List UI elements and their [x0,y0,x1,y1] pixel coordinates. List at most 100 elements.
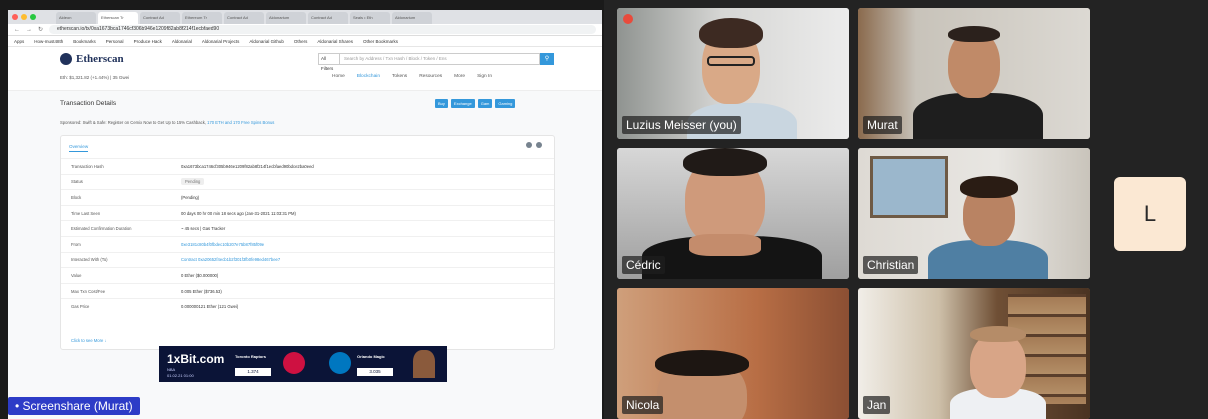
from-address-link[interactable]: 0xe3181c80b4f0fbdec10b207e75b87f85f09e [181,242,264,247]
filter-select[interactable]: All Filters [318,53,340,71]
etherscan-header: Etherscan Eth: $1,321.82 (+1.44%) | 35 G… [8,47,602,91]
sponsored-link[interactable]: 170 ETH and 170 Free Spins Bonus [207,120,274,125]
video-tile-murat[interactable]: Murat [858,8,1090,139]
nav-home[interactable]: Home [332,74,345,79]
bookmark-item[interactable]: Aldonarial Projects [202,39,240,44]
screenshare-label-text: Screenshare (Murat) [22,399,133,413]
browser-tab[interactable]: Aldeon [56,12,96,24]
share-dot-icon: • [15,399,23,413]
hands [689,234,761,256]
video-tile-jan[interactable]: Jan [858,288,1090,419]
ad-league: NBA [167,367,176,372]
browser-tab[interactable]: Contract Ad [140,12,180,24]
nav-blockchain[interactable]: Blockchain [357,74,380,79]
ad-brand: 1xBit.com [167,352,225,366]
pill-button[interactable]: Gaming [495,99,516,108]
ad-team1: Toronto Raptors [235,354,267,359]
etherscan-logo-icon [60,53,72,65]
player-image [413,350,435,378]
ad-odds1[interactable]: 1.374 [235,368,271,376]
bookmark-item[interactable]: Personal [106,39,124,44]
ad-team2: Orlando Magic [357,354,385,359]
etherscan-logo[interactable]: Etherscan [60,53,124,65]
bookmark-item[interactable]: Others [294,39,308,44]
browser-tab[interactable]: Contract Ad [224,12,264,24]
search-bar: All Filters Search by Address / Txn Hash… [318,53,554,71]
bookmarks-bar: Apps How-must48th Bookmarks Personal Pro… [8,36,602,47]
pill-button[interactable]: Exchange [450,99,475,108]
row-label: From [71,241,81,247]
browser-tab[interactable]: Ethereum Tr [182,12,222,24]
back-icon[interactable]: ← [14,27,20,33]
click-to-see-more-link[interactable]: Click to see More ↓ [71,338,107,343]
bookmark-item[interactable]: Aldonarial Github [249,39,284,44]
nav-more[interactable]: More [454,74,465,79]
raptors-logo-icon [283,352,305,374]
ad-banner[interactable]: 1xBit.com NBA 01.02.21 01:00 Toronto Rap… [159,346,447,382]
browser-tab[interactable]: Aldonarium [392,12,432,24]
participant-name: Christian [863,256,919,274]
browser-tab[interactable]: Aldonarium [266,12,306,24]
row-label: Status [71,179,83,185]
glasses [707,56,755,66]
sponsored-banner: Sponsored: Swift & Safe: Register on Cem… [60,120,274,125]
page-title: Transaction Details [60,100,117,107]
browser-tab[interactable]: Contract Ad [308,12,348,24]
card-icons [526,142,542,148]
row-value: 0 Ether ($0.000000) [181,272,219,278]
close-dot[interactable] [12,14,18,20]
tab-overview[interactable]: Overview [69,144,89,152]
bookmark-item[interactable]: Bookmarks [73,39,96,44]
table-row: Transaction Hash 0xa1673bca1746cf305b946e… [61,158,554,174]
forward-icon[interactable]: → [26,27,32,33]
bookmark-item[interactable]: Aldonarial [172,39,192,44]
action-pills: Buy Exchange Gam Gaming [435,99,516,108]
nav-tokens[interactable]: Tokens [392,74,407,79]
row-value: (Pending) [181,194,200,200]
table-row: Time Last Seen 00 days 00 hr 00 min 18 se… [61,204,554,221]
table-row: Gas Price 0.000000121 Ether (121 Gwei) [61,298,554,314]
pill-button[interactable]: Buy [435,99,448,108]
browser-tab-active[interactable]: Etherscan Tr [98,12,138,24]
ad-odds2[interactable]: 3.035 [357,368,393,376]
screenshare-panel: Aldeon Etherscan Tr Contract Ad Ethereum… [0,0,604,419]
main-nav: Home Blockchain Tokens Resources More Si… [332,74,492,79]
row-label: Max Txn Cost/Fee [71,288,106,294]
row-value: 00 days 00 hr 00 min 18 secs ago (Jan-31… [181,210,296,216]
browser-tab[interactable]: Seals • Eth [350,12,390,24]
video-tile-nicola[interactable]: Nicola [617,288,849,419]
zoom-dot[interactable] [30,14,36,20]
self-avatar[interactable]: L [1114,177,1186,251]
etherscan-logo-text: Etherscan [76,53,124,65]
nav-sign-in[interactable]: Sign In [477,74,492,79]
url-field[interactable]: etherscan.io/tx/0xa1673bca1746cf306b946e… [49,25,596,34]
nav-resources[interactable]: Resources [419,74,442,79]
video-tile-luzius[interactable]: Luzius Meisser (you) [617,8,849,139]
table-row: Status Pending [61,173,554,190]
participant-name: Murat [863,116,902,134]
pill-button[interactable]: Gam [477,99,493,108]
row-value: 0.005 Ether ($736.53) [181,288,222,294]
bookmark-item[interactable]: How-must48th [34,39,63,44]
search-icon[interactable]: ⚲ [540,53,554,65]
video-tile-cedric[interactable]: Cédric [617,148,849,279]
window-controls[interactable] [12,10,36,24]
hair [683,148,767,176]
row-label: Gas Price [71,304,90,310]
bookmark-item[interactable]: Other Bookmarks [363,39,398,44]
search-input[interactable]: Search by Address / Txn Hash / Block / T… [340,53,540,65]
participant-name: Luzius Meisser (you) [622,116,741,134]
hair [948,26,1000,42]
minimize-dot[interactable] [21,14,27,20]
table-row: From 0xe3181c80b4f0fbdec10b207e75b87f85f0… [61,235,554,252]
bookmark-item[interactable]: Produce Hack [134,39,162,44]
hair [699,18,763,48]
bookmark-item[interactable]: Aldonarial Shares [317,39,353,44]
more-icon[interactable] [536,142,542,148]
reload-icon[interactable]: ↻ [38,26,43,33]
settings-icon[interactable] [526,142,532,148]
contract-address-link[interactable]: Contract 0xa20652f4ecb1b2f301f3fb0fe98ed… [181,257,280,262]
wall-painting [870,156,948,218]
bookmark-item[interactable]: Apps [14,39,24,44]
video-tile-christian[interactable]: Christian [858,148,1090,279]
